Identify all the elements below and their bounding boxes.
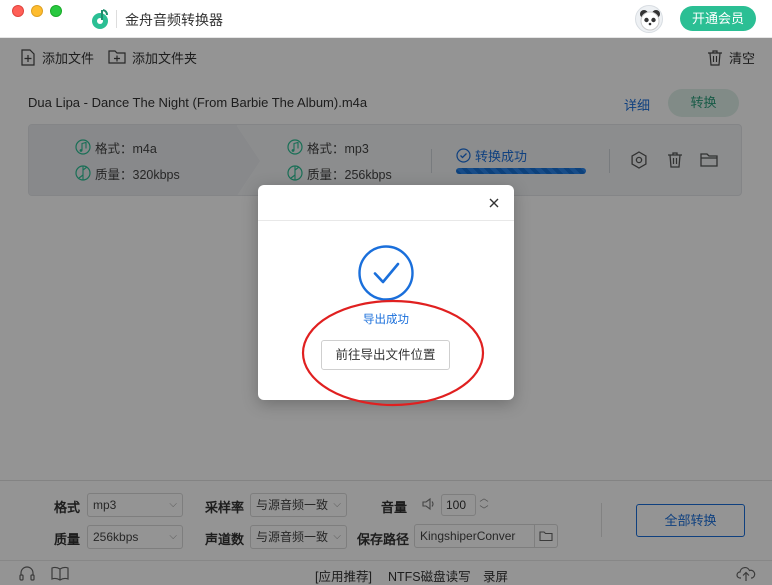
- panda-avatar-icon: [640, 10, 660, 31]
- title-bar: 金舟音频转换器 开通会员: [0, 0, 772, 38]
- dialog-header: [258, 185, 514, 221]
- close-window-button[interactable]: [12, 5, 24, 17]
- minimize-window-button[interactable]: [31, 5, 43, 17]
- success-check-icon: [358, 245, 414, 301]
- title-divider: [116, 10, 117, 28]
- annotation-ellipse: [301, 299, 485, 407]
- app-logo-icon: [92, 9, 108, 29]
- vip-button[interactable]: 开通会员: [680, 6, 756, 31]
- close-icon[interactable]: [486, 195, 502, 211]
- user-avatar[interactable]: [635, 5, 663, 33]
- app-title: 金舟音频转换器: [125, 12, 223, 28]
- zoom-window-button[interactable]: [50, 5, 62, 17]
